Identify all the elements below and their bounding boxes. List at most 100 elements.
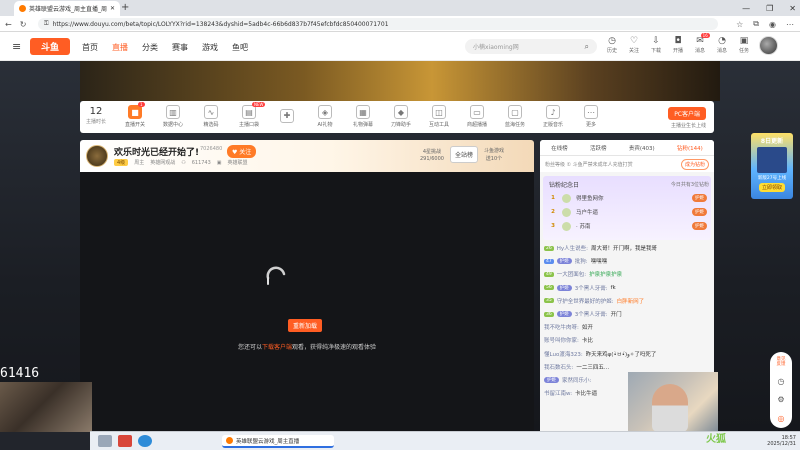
reload-button[interactable]: 重新加载 [288, 319, 323, 332]
menu-dots-icon[interactable]: ⋯ [786, 20, 794, 29]
nav-item[interactable]: 赛事 [172, 42, 188, 53]
back-icon[interactable]: ← [5, 20, 12, 29]
chat-username[interactable]: 账号叫你你家: [544, 336, 579, 344]
refresh-icon[interactable]: ↻ [20, 20, 27, 29]
video-player[interactable]: 重新加载 您还可以下载客户端观看，获得纯净极速的观看体验 [80, 172, 534, 431]
settings-icon[interactable]: ⚙ [777, 395, 784, 404]
star-icon[interactable]: ☆ [736, 20, 743, 29]
tip-suffix: 观看，获得纯净极速的观看体验 [292, 344, 377, 351]
chat-message[interactable]: 我石数石头: 一二三四五... [544, 363, 710, 371]
chat-message[interactable]: 26 Hy人生说些: 周大哥！开门啊，我是我哥 [544, 244, 710, 252]
chat-username[interactable]: 我石数石头: [544, 363, 573, 371]
toolbar-gift-button[interactable]: ✚ [270, 108, 304, 125]
pc-client-button[interactable]: PC客户端 [668, 107, 706, 120]
toolbar-chart-button[interactable]: ▥ 数据中心 [156, 105, 190, 128]
close-tab-icon[interactable]: ✕ [110, 5, 115, 12]
chat-message[interactable]: 36 护姬 3个黑人牙膏: 开门 [544, 310, 710, 318]
chat-username[interactable]: 书留江南w: [544, 389, 572, 397]
chat-message[interactable]: 懂Luo渡海323: 昨天来鸡ψ(•̀ㅂ•́)و✧了吗死了 [544, 350, 710, 358]
nav-item[interactable]: 游戏 [202, 42, 218, 53]
toolbar-pocket-button[interactable]: ▤ NEW 主播口袋 [232, 102, 266, 128]
header-clock-button[interactable]: ◷ 历史 [604, 36, 620, 54]
header-gift-button[interactable]: ▣ 任务 [736, 36, 752, 54]
rank-box[interactable]: 4星挑战 291/6000 [420, 148, 444, 162]
new-tab-icon[interactable]: + [121, 2, 129, 13]
streamer-avatar[interactable] [86, 145, 108, 167]
browser-app-icon[interactable] [138, 435, 152, 447]
browser-tab[interactable]: 英雄联盟云游戏_周主直播_周主直播 ✕ [14, 1, 120, 16]
all-station-button[interactable]: 全站榜 [449, 146, 478, 163]
chat-username[interactable]: 懂Luo渡海323: [544, 350, 583, 358]
fan-medal: 护姬 [544, 377, 559, 383]
become-fan-button[interactable]: 成为钻粉 [680, 158, 709, 170]
chat-message[interactable]: 56 护姬 3个黑人牙膏: fk [544, 284, 710, 292]
profile-icon[interactable]: ◉ [769, 20, 776, 29]
extensions-icon[interactable]: ⧉ [753, 19, 759, 29]
toolbar-ai-gift-button[interactable]: ◈ AI礼物 [308, 105, 342, 128]
toolbar-ad-button[interactable]: ▢ 蓝海任务 [498, 105, 532, 128]
url-input[interactable]: ⚿ https://www.douyu.com/beta/topic/LOLYY… [38, 18, 718, 30]
toolbar-toggle-button[interactable]: ■ 1 直播开关 [118, 102, 152, 128]
promo-card[interactable]: 8日更新 新版27号上线 立即领取 [751, 133, 793, 199]
avatar[interactable] [759, 36, 778, 55]
toolbar-tools-button[interactable]: ◫ 互动工具 [422, 105, 456, 128]
chat-message[interactable]: 35 守护全世界最好的护姬: 白胖新网了 [544, 297, 710, 305]
tab-rank[interactable]: 在线榜 [551, 144, 568, 152]
tab-rank[interactable]: 贵宾(403) [629, 144, 655, 152]
chat-username[interactable]: 一大团面包: [557, 270, 586, 278]
nav-item[interactable]: 分类 [142, 42, 158, 53]
fan-row[interactable]: 2 马户牛逼 护姬 [549, 206, 707, 218]
taskbar-app-icon[interactable] [118, 435, 132, 447]
minimize-icon[interactable]: — [742, 4, 750, 13]
chat-username[interactable]: 3个黑人牙膏: [575, 284, 608, 292]
game-box[interactable]: 斗鱼游戏 送10个 [484, 147, 504, 162]
top-icon[interactable]: ◎ [778, 414, 785, 423]
chat-message[interactable]: 账号叫你你家: 卡比 [544, 336, 710, 344]
hamburger-icon[interactable]: ≡ [12, 40, 21, 53]
feedback-button[interactable]: 意见 反馈 [777, 357, 786, 367]
promo-button[interactable]: 立即领取 [758, 183, 785, 192]
game-link[interactable]: 英雄联盟 [228, 159, 248, 166]
nav-item[interactable]: 首页 [82, 42, 98, 53]
chat-username[interactable]: 家然同乐小: [562, 376, 591, 384]
header-heart-button[interactable]: ♡ 关注 [626, 36, 642, 54]
chat-message[interactable]: 49 一大团面包: 护泉护泉护泉 [544, 270, 710, 278]
fan-row[interactable]: 3 · 苏南 护姬 [549, 220, 707, 232]
site-logo[interactable]: 斗鱼 [30, 38, 70, 55]
header-camera-button[interactable]: ◘ 开播 [670, 36, 686, 54]
history-icon[interactable]: ◷ [778, 377, 785, 386]
follow-button[interactable]: ♥ 关注 [227, 145, 257, 158]
chat-username[interactable]: 守护全世界最好的护姬: [557, 297, 614, 305]
nav-item[interactable]: 直播 [112, 42, 128, 53]
tab-rank[interactable]: 活跃榜 [590, 144, 607, 152]
close-window-icon[interactable]: ✕ [789, 4, 796, 13]
header-message-button[interactable]: ✉ 16 消息 [692, 33, 710, 54]
toolbar-gift-barrage-button[interactable]: ▦ 礼物弹幕 [346, 105, 380, 128]
tab-rank[interactable]: 钻粉(144) [677, 144, 703, 152]
download-client-link[interactable]: 下载客户端 [262, 344, 292, 351]
toolbar-more-button[interactable]: ⋯ 更多 [574, 105, 608, 128]
chat-username[interactable]: 批狗: [575, 257, 588, 265]
toolbar-shop-button[interactable]: ▭ 商超播播 [460, 105, 494, 128]
system-clock[interactable]: 18:57 2025/12/31 [767, 435, 796, 447]
maximize-icon[interactable]: ❐ [766, 4, 773, 13]
header-bell-button[interactable]: ◔ 消息 [714, 36, 730, 54]
chat-username[interactable]: Hy人生说些: [557, 244, 588, 252]
toolbar-shield-button[interactable]: ◆ 刀锋助手 [384, 105, 418, 128]
taskbar-window[interactable]: 英雄联盟云游戏_周主直播 [222, 435, 334, 448]
chat-username[interactable]: 我不吃牛肉呀: [544, 323, 579, 331]
rank-line1: 4星挑战 [422, 148, 442, 155]
fan-row[interactable]: 1 得里鱼网你 护姬 [549, 192, 707, 204]
stream-duration[interactable]: 12 主播时长 [86, 106, 106, 125]
chat-message[interactable]: 47 护姬 批狗: 嘿嘿嘿 [544, 257, 710, 265]
chat-message[interactable]: 我不吃牛肉呀: 如开 [544, 323, 710, 331]
toolbar-music-button[interactable]: ♪ 正版音乐 [536, 105, 570, 128]
category-link[interactable]: 英雄网观战 [150, 159, 175, 166]
chat-username[interactable]: 3个黑人牙膏: [575, 310, 608, 318]
nav-item[interactable]: 鱼吧 [232, 42, 248, 53]
toolbar-wave-button[interactable]: ∿ 精选码 [194, 105, 228, 128]
search-icon[interactable]: ⌕ [585, 42, 589, 52]
search-input[interactable]: 小楠xiaoming网 ⌕ [465, 39, 597, 54]
header-download-button[interactable]: ⇩ 下载 [648, 36, 664, 54]
taskbar-app-icon[interactable] [98, 435, 112, 447]
